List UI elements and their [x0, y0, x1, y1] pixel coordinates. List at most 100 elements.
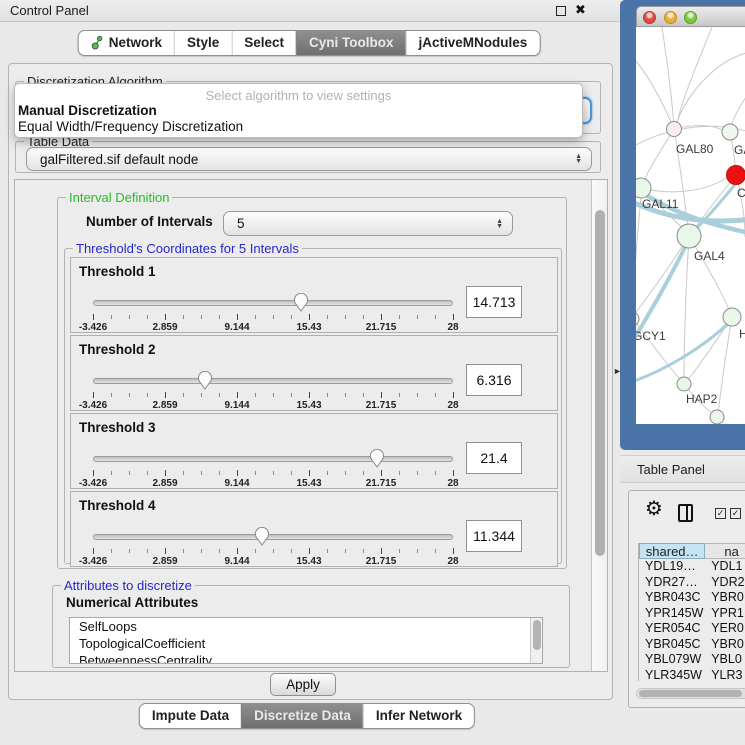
thresholds-group: Threshold's Coordinates for 5 Intervals …	[64, 248, 562, 564]
column-header-2[interactable]: na	[705, 543, 745, 559]
table-cell[interactable]: YLR3	[705, 668, 745, 682]
tick-label: 2.859	[152, 478, 177, 489]
attribute-item-selfloops[interactable]: SelfLoops	[70, 618, 542, 635]
table-row[interactable]: YPR145WYPR1	[639, 606, 745, 622]
node-label-gal11: GAL11	[642, 197, 679, 211]
network-node[interactable]	[636, 178, 651, 198]
threshold-slider[interactable]: -3.4262.8599.14415.4321.71528	[93, 294, 453, 330]
table-cell[interactable]: YLR345W	[639, 668, 705, 682]
tick-label: 15.43	[296, 322, 321, 333]
slider-ticks	[93, 392, 453, 399]
table-row[interactable]: YBR043CYBR0	[639, 590, 745, 606]
table-cell[interactable]: YBR0	[705, 590, 745, 606]
control-panel-title: Control Panel	[10, 3, 89, 18]
slider-thumb[interactable]	[369, 449, 385, 468]
node-label-gal80: GAL80	[676, 142, 714, 156]
network-node[interactable]	[710, 410, 724, 424]
network-node[interactable]	[677, 377, 691, 391]
slider-thumb[interactable]	[254, 527, 270, 546]
tab-network[interactable]: Network	[79, 31, 174, 55]
threshold-slider[interactable]: -3.4262.8599.14415.4321.71528	[93, 450, 453, 486]
checkbox-icon[interactable]: ✓	[715, 508, 726, 519]
table-row[interactable]: YBL079WYBL0	[639, 652, 745, 668]
table-cell[interactable]: YBL079W	[639, 652, 705, 668]
scrollbar-thumb[interactable]	[639, 690, 742, 697]
table-cell[interactable]: YBR0	[705, 637, 745, 653]
table-cell[interactable]: YBR045C	[639, 637, 705, 653]
column-header-1[interactable]: shared…	[639, 543, 705, 559]
table-cell[interactable]: YPR1	[705, 606, 745, 622]
table-row[interactable]: YBR045CYBR0	[639, 637, 745, 653]
zoom-light[interactable]	[684, 11, 697, 24]
close-light[interactable]	[643, 11, 656, 24]
tab-cyni-toolbox[interactable]: Cyni Toolbox	[296, 31, 406, 55]
group-title: Threshold's Coordinates for 5 Intervals	[73, 241, 302, 256]
network-view-window: GAL80GACGAL11GAL4GCY1HHAP2	[620, 0, 745, 450]
table-cell[interactable]: YDR27…	[639, 575, 705, 591]
slider-thumb[interactable]	[293, 293, 309, 312]
threshold-slider[interactable]: -3.4262.8599.14415.4321.71528	[93, 372, 453, 408]
tick-label: 21.715	[366, 400, 397, 411]
tab-style[interactable]: Style	[174, 31, 231, 55]
attribute-item-betweennesscentrality[interactable]: BetweennessCentrality	[70, 652, 542, 664]
table-cell[interactable]: YBL0	[705, 652, 745, 668]
close-icon[interactable]: ✖	[575, 2, 586, 18]
threshold-slider[interactable]: -3.4262.8599.14415.4321.71528	[93, 528, 453, 564]
network-canvas[interactable]: GAL80GACGAL11GAL4GCY1HHAP2	[636, 27, 745, 424]
split-column-icon[interactable]	[678, 504, 693, 522]
table-row[interactable]: YER054CYER0	[639, 621, 745, 637]
checkbox-icon[interactable]: ✓	[730, 508, 741, 519]
network-edge	[662, 27, 674, 127]
tick-label: 2.859	[152, 322, 177, 333]
apply-button[interactable]: Apply	[270, 673, 336, 696]
vertical-scrollbar[interactable]	[591, 180, 607, 671]
table-cell[interactable]: YDR2	[705, 575, 745, 591]
table-cell[interactable]: YBR043C	[639, 590, 705, 606]
tab-impute-data[interactable]: Impute Data	[140, 704, 241, 728]
tick-label: 9.144	[224, 478, 249, 489]
table-cell[interactable]: YER054C	[639, 621, 705, 637]
tab-infer-network[interactable]: Infer Network	[363, 704, 474, 728]
threshold-value-field[interactable]: 21.4	[466, 442, 522, 474]
table-data-combo[interactable]: galFiltered.sif default node ▲▼	[26, 147, 592, 171]
float-window-icon[interactable]	[556, 6, 566, 16]
tab-discretize-data[interactable]: Discretize Data	[241, 704, 363, 728]
table-row[interactable]: YDL19…YDL1	[639, 559, 745, 575]
tick-label: 9.144	[224, 322, 249, 333]
threshold-value-field[interactable]: 14.713	[466, 286, 522, 318]
network-node[interactable]	[722, 124, 738, 140]
table-cell[interactable]: YER0	[705, 621, 745, 637]
table-cell[interactable]: YPR145W	[639, 606, 705, 622]
gear-icon[interactable]: ⚙	[645, 496, 663, 521]
horizontal-scrollbar[interactable]	[636, 688, 745, 699]
attributes-list-scrollbar[interactable]	[530, 618, 542, 663]
table-cell[interactable]: YDL1	[705, 559, 745, 575]
tab-select[interactable]: Select	[231, 31, 296, 55]
scrollbar-thumb[interactable]	[595, 210, 605, 556]
network-node[interactable]	[667, 122, 682, 137]
tab-label: jActiveMNodules	[419, 35, 528, 50]
threshold-value-field[interactable]: 6.316	[466, 364, 522, 396]
slider-ticks	[93, 314, 453, 321]
network-node[interactable]	[727, 166, 745, 185]
network-node[interactable]	[636, 312, 639, 326]
threshold-value-field[interactable]: 11.344	[466, 520, 522, 552]
table-row[interactable]: YDR27…YDR2	[639, 575, 745, 591]
table-data-value: galFiltered.sif default node	[40, 152, 198, 167]
attribute-item-topologicalcoefficient[interactable]: TopologicalCoefficient	[70, 635, 542, 652]
tab-jactivemnodules[interactable]: jActiveMNodules	[406, 31, 540, 55]
dropdown-placeholder: Select algorithm to view settings	[15, 84, 582, 102]
table-cell[interactable]: YDL19…	[639, 559, 705, 575]
threshold-label: Threshold 2	[79, 342, 156, 357]
algorithm-option-manual-discretization[interactable]: Manual Discretization	[15, 102, 582, 118]
network-node[interactable]	[677, 224, 701, 248]
interval-definition-group: Interval Definition Number of Intervals …	[57, 197, 567, 569]
algorithm-option-equal-width-frequency-discretization[interactable]: Equal Width/Frequency Discretization	[15, 118, 582, 134]
minimize-light[interactable]	[664, 11, 677, 24]
table-row[interactable]: YLR345WYLR3	[639, 668, 745, 682]
tick-label: 21.715	[366, 322, 397, 333]
network-node[interactable]	[723, 308, 741, 326]
slider-thumb[interactable]	[197, 371, 213, 390]
number-of-intervals-combo[interactable]: 5 ▲▼	[223, 211, 513, 236]
attributes-list[interactable]: SelfLoopsTopologicalCoefficientBetweenne…	[69, 617, 543, 664]
